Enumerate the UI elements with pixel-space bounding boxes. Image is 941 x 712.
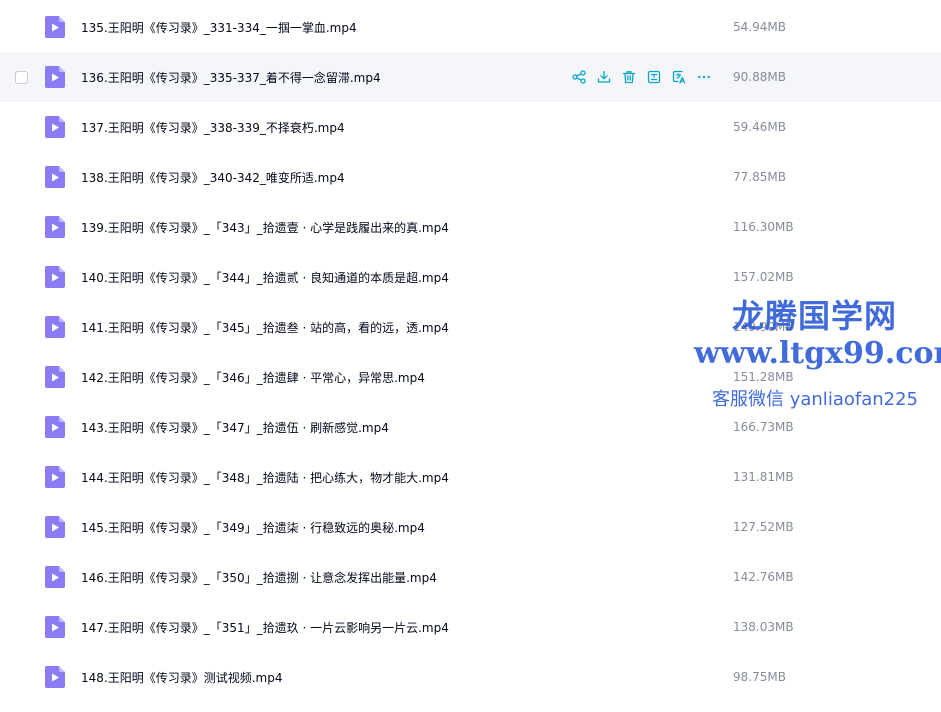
share-icon[interactable]: [572, 70, 586, 84]
file-name[interactable]: 147.王阳明《传习录》_「351」_拾遗玖 · 一片云影响另一片云.mp4: [81, 619, 449, 636]
video-file-icon: [45, 616, 65, 638]
more-icon[interactable]: [697, 70, 711, 84]
video-file-icon: [45, 316, 65, 338]
watermark-title: 龙腾国学网: [732, 297, 898, 335]
file-name[interactable]: 137.王阳明《传习录》_338-339_不择衰朽.mp4: [81, 119, 345, 136]
file-name[interactable]: 144.王阳明《传习录》_「348」_拾遗陆 · 把心练大，物才能大.mp4: [81, 469, 449, 486]
video-file-icon: [45, 466, 65, 488]
file-name[interactable]: 142.王阳明《传习录》_「346」_拾遗肆 · 平常心，异常思.mp4: [81, 369, 425, 386]
download-icon[interactable]: [597, 70, 611, 84]
file-name[interactable]: 138.王阳明《传习录》_340-342_唯变所适.mp4: [81, 169, 345, 186]
file-row[interactable]: 137.王阳明《传习录》_338-339_不择衰朽.mp4 59.46MB: [0, 102, 941, 152]
row-actions: [572, 70, 711, 84]
extract-text-icon[interactable]: [647, 70, 661, 84]
file-row[interactable]: 148.王阳明《传习录》测试视频.mp4 98.75MB: [0, 652, 941, 702]
video-file-icon: [45, 516, 65, 538]
file-name[interactable]: 146.王阳明《传习录》_「350」_拾遗捌 · 让意念发挥出能量.mp4: [81, 569, 437, 586]
watermark-contact: 客服微信 yanliaofan225: [712, 389, 918, 410]
file-name[interactable]: 135.王阳明《传习录》_331-334_一掴一掌血.mp4: [81, 19, 357, 36]
file-size: 127.52MB: [733, 520, 794, 534]
file-size: 151.28MB: [733, 370, 794, 384]
file-size: 98.75MB: [733, 670, 786, 684]
video-file-icon: [45, 416, 65, 438]
video-file-icon: [45, 166, 65, 188]
file-name[interactable]: 136.王阳明《传习录》_335-337_着不得一念留滞.mp4: [81, 69, 381, 86]
file-name[interactable]: 145.王阳明《传习录》_「349」_拾遗柒 · 行稳致远的奥秘.mp4: [81, 519, 425, 536]
file-row[interactable]: 139.王阳明《传习录》_「343」_拾遗壹 · 心学是践履出来的真.mp4 11…: [0, 202, 941, 252]
row-checkbox[interactable]: [15, 70, 28, 84]
file-size: 138.03MB: [733, 620, 794, 634]
video-file-icon: [45, 216, 65, 238]
file-row[interactable]: 144.王阳明《传习录》_「348」_拾遗陆 · 把心练大，物才能大.mp4 13…: [0, 452, 941, 502]
file-size: 142.76MB: [733, 570, 794, 584]
video-file-icon: [45, 116, 65, 138]
delete-icon[interactable]: [622, 70, 636, 84]
file-name[interactable]: 140.王阳明《传习录》_「344」_拾遗贰 · 良知通道的本质是超.mp4: [81, 269, 449, 286]
translate-icon[interactable]: [672, 70, 686, 84]
file-row[interactable]: 135.王阳明《传习录》_331-334_一掴一掌血.mp4 54.94MB: [0, 2, 941, 52]
video-file-icon: [45, 366, 65, 388]
file-name[interactable]: 139.王阳明《传习录》_「343」_拾遗壹 · 心学是践履出来的真.mp4: [81, 219, 449, 236]
file-size: 157.02MB: [733, 270, 794, 284]
file-size: 90.88MB: [733, 70, 786, 84]
file-size: 131.81MB: [733, 470, 794, 484]
file-size: 59.46MB: [733, 120, 786, 134]
watermark-url: www.ltgx99.com: [694, 336, 941, 371]
file-size: 77.85MB: [733, 170, 786, 184]
file-name[interactable]: 148.王阳明《传习录》测试视频.mp4: [81, 669, 282, 686]
file-row[interactable]: 136.王阳明《传习录》_335-337_着不得一念留滞.mp4 90.88MB: [0, 52, 941, 102]
video-file-icon: [45, 566, 65, 588]
file-size: 116.30MB: [733, 220, 794, 234]
file-size: 54.94MB: [733, 20, 786, 34]
video-file-icon: [45, 266, 65, 288]
file-row[interactable]: 147.王阳明《传习录》_「351」_拾遗玖 · 一片云影响另一片云.mp4 13…: [0, 602, 941, 652]
video-file-icon: [45, 666, 65, 688]
file-row[interactable]: 146.王阳明《传习录》_「350」_拾遗捌 · 让意念发挥出能量.mp4 142…: [0, 552, 941, 602]
video-file-icon: [45, 66, 65, 88]
video-file-icon: [45, 16, 65, 38]
file-row[interactable]: 145.王阳明《传习录》_「349」_拾遗柒 · 行稳致远的奥秘.mp4 127.…: [0, 502, 941, 552]
file-name[interactable]: 143.王阳明《传习录》_「347」_拾遗伍 · 刷新感觉.mp4: [81, 419, 389, 436]
file-row[interactable]: 138.王阳明《传习录》_340-342_唯变所适.mp4 77.85MB: [0, 152, 941, 202]
file-size: 166.73MB: [733, 420, 794, 434]
file-name[interactable]: 141.王阳明《传习录》_「345」_拾遗叁 · 站的高，看的远，透.mp4: [81, 319, 449, 336]
